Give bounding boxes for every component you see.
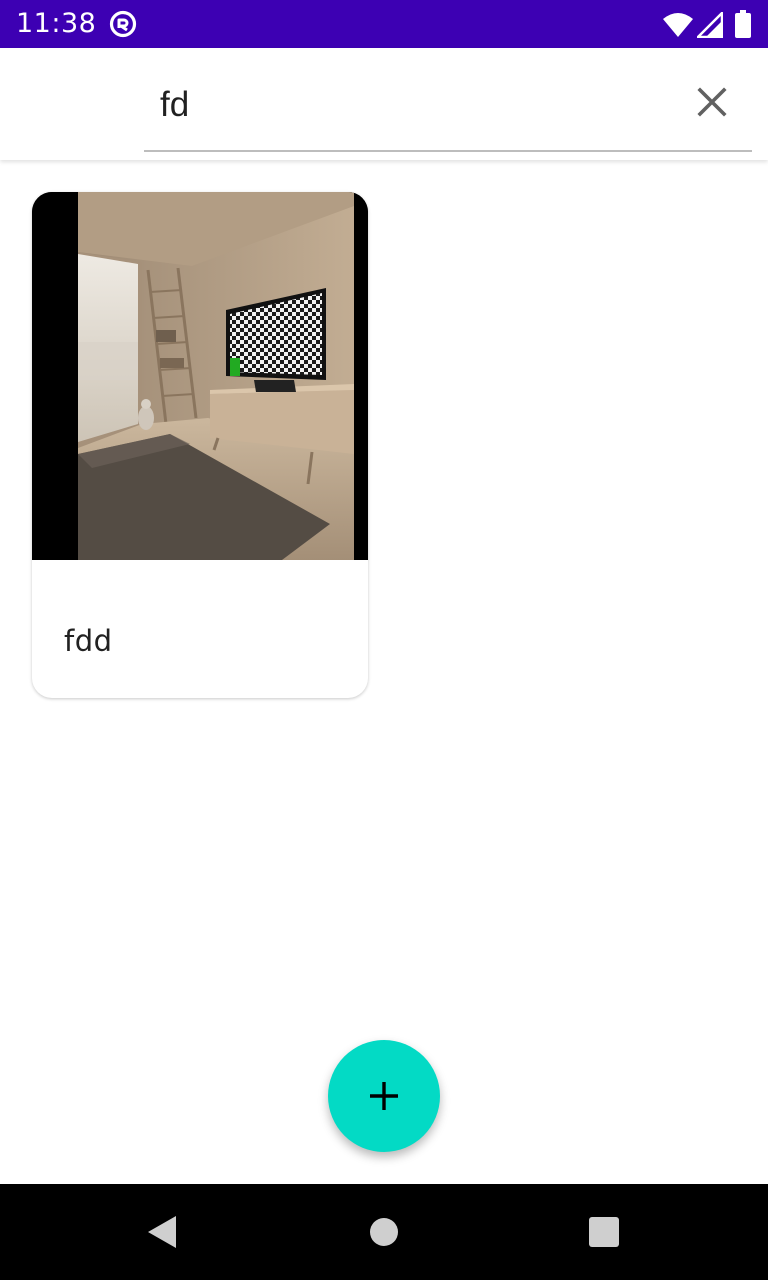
add-note-button[interactable] bbox=[328, 1040, 440, 1152]
battery-icon bbox=[735, 10, 751, 38]
card-image bbox=[32, 192, 368, 560]
plus-icon bbox=[370, 1082, 398, 1110]
card-title: fdd bbox=[64, 624, 113, 658]
back-icon[interactable] bbox=[144, 1212, 184, 1252]
cell-signal-icon bbox=[697, 12, 723, 38]
recents-icon[interactable] bbox=[588, 1216, 620, 1248]
wifi-icon bbox=[663, 13, 693, 37]
close-icon[interactable] bbox=[688, 78, 736, 126]
home-icon[interactable] bbox=[368, 1216, 400, 1248]
living-room-photo bbox=[32, 192, 368, 560]
status-time: 11:38 bbox=[16, 8, 97, 39]
navigation-bar bbox=[0, 1184, 768, 1280]
note-card[interactable]: fdd bbox=[32, 192, 368, 698]
status-bar: 11:38 bbox=[0, 0, 768, 48]
search-input[interactable] bbox=[144, 72, 680, 138]
search-toolbar bbox=[0, 48, 768, 160]
search-field bbox=[144, 72, 752, 152]
app-notification-icon bbox=[109, 10, 137, 38]
